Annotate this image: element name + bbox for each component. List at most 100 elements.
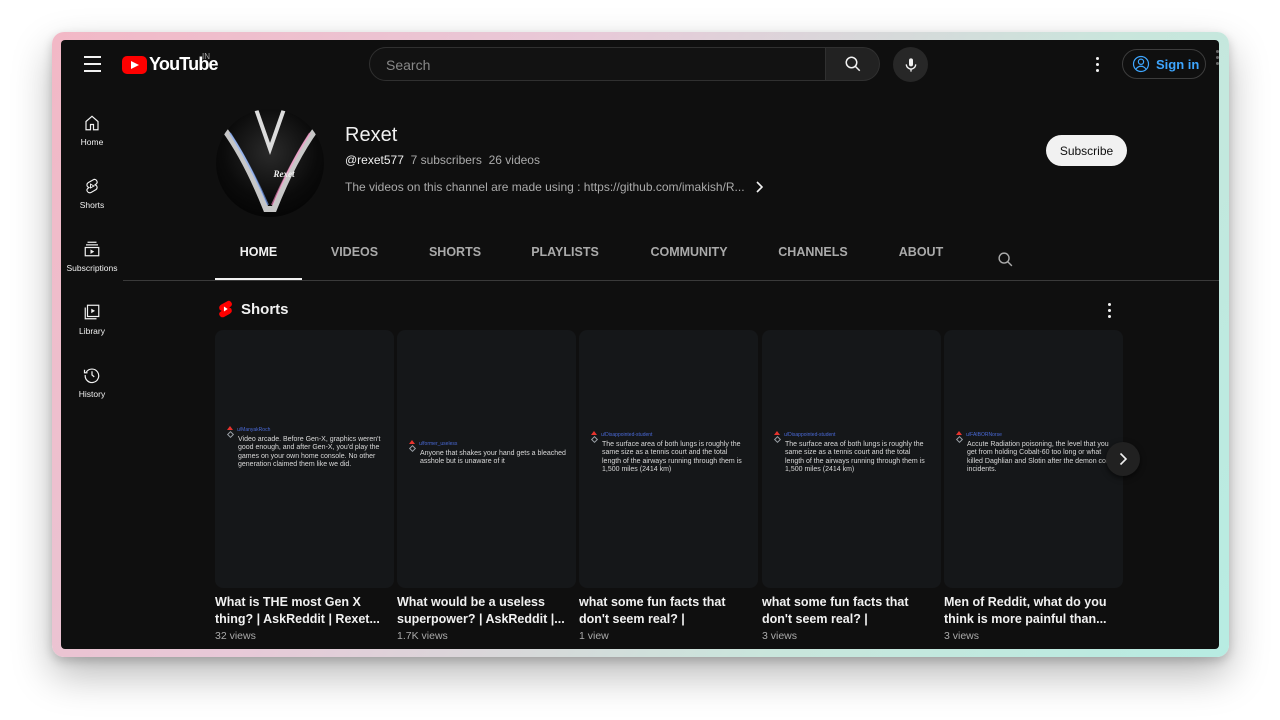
subscribe-button[interactable]: Subscribe xyxy=(1046,135,1127,166)
vote-arrows-icon xyxy=(226,426,235,439)
shorts-more-icon[interactable] xyxy=(1101,301,1117,319)
history-icon xyxy=(83,368,100,384)
sidebar-item-label: Shorts xyxy=(79,200,105,210)
vote-arrows-icon xyxy=(590,431,599,444)
search-input[interactable] xyxy=(384,56,808,74)
tab-about[interactable]: ABOUT xyxy=(875,240,967,280)
tabs-divider xyxy=(123,280,1219,281)
shorts-section-title: Shorts xyxy=(241,300,289,318)
microphone-icon xyxy=(905,57,916,72)
thumbnail-post: u/Disappointed-student The surface area … xyxy=(773,431,931,475)
short-thumbnail[interactable]: u/FAIBORNorse Accute Radiation poisoning… xyxy=(944,330,1123,588)
subscriptions-icon xyxy=(84,241,100,257)
search-button[interactable] xyxy=(826,47,880,81)
shelf-next-button[interactable] xyxy=(1106,442,1140,476)
subscriber-count: 7 subscribers xyxy=(410,153,482,167)
shorts-icon xyxy=(86,178,98,194)
thumbnail-post: u/former_useless Anyone that shakes your… xyxy=(408,440,566,467)
short-views: 3 views xyxy=(944,630,980,642)
short-title[interactable]: What would be a useless superpower? | As… xyxy=(397,594,567,628)
channel-tabs: HOME VIDEOS SHORTS PLAYLISTS COMMUNITY C… xyxy=(215,240,967,280)
menu-icon[interactable] xyxy=(77,52,107,76)
sign-in-label: Sign in xyxy=(1156,56,1200,72)
short-thumbnail[interactable]: u/Disappointed-student The surface area … xyxy=(762,330,941,588)
sidebar-item-label: Library xyxy=(79,326,105,336)
sidebar-item-label: Subscriptions xyxy=(66,263,118,273)
short-title[interactable]: what some fun facts that don't seem real… xyxy=(762,594,932,628)
search-icon xyxy=(998,252,1013,267)
sidebar-item-library[interactable]: Library xyxy=(61,289,123,352)
sidebar-item-history[interactable]: History xyxy=(61,352,123,415)
voice-search-button[interactable] xyxy=(893,47,928,82)
region-badge: IN xyxy=(202,52,210,61)
channel-avatar: Rexet xyxy=(216,109,324,217)
short-card[interactable]: u/former_useless Anyone that shakes your… xyxy=(397,330,576,642)
short-card[interactable]: u/ManyakRoch Video arcade. Before Gen-X,… xyxy=(215,330,394,642)
tab-community[interactable]: COMMUNITY xyxy=(627,240,751,280)
short-views: 32 views xyxy=(215,630,256,642)
browser-frame: YouTube IN Sign in Home Shorts xyxy=(52,32,1229,657)
short-title[interactable]: Men of Reddit, what do you think is more… xyxy=(944,594,1114,628)
sidebar-item-shorts[interactable]: Shorts xyxy=(61,163,123,226)
short-title[interactable]: What is THE most Gen X thing? | AskReddi… xyxy=(215,594,385,628)
search-icon xyxy=(845,56,860,72)
tab-videos[interactable]: VIDEOS xyxy=(302,240,407,280)
channel-description[interactable]: The videos on this channel are made usin… xyxy=(345,180,765,194)
thumbnail-post: u/Disappointed-student The surface area … xyxy=(590,431,748,475)
sign-in-button[interactable]: Sign in xyxy=(1122,49,1206,79)
tab-channels[interactable]: CHANNELS xyxy=(751,240,875,280)
post-username: u/former_useless xyxy=(419,441,458,447)
channel-description-text: The videos on this channel are made usin… xyxy=(345,180,745,194)
vote-arrows-icon xyxy=(408,440,417,453)
chevron-right-icon xyxy=(1119,452,1128,466)
home-icon xyxy=(85,115,99,131)
short-title[interactable]: what some fun facts that don't seem real… xyxy=(579,594,749,628)
avatar-logo-text: Rexet xyxy=(273,169,295,179)
sidebar: Home Shorts Subscriptions Library Histor… xyxy=(61,100,123,415)
short-card[interactable]: u/Disappointed-student The surface area … xyxy=(762,330,941,642)
thumbnail-post: u/ManyakRoch Video arcade. Before Gen-X,… xyxy=(226,426,384,470)
channel-meta: @rexet577 7 subscribers 26 videos xyxy=(345,153,540,167)
short-views: 1.7K views xyxy=(397,630,448,642)
chevron-right-icon xyxy=(755,181,763,193)
tab-home[interactable]: HOME xyxy=(215,240,302,280)
short-card[interactable]: u/FAIBORNorse Accute Radiation poisoning… xyxy=(944,330,1123,642)
thumbnail-post: u/FAIBORNorse Accute Radiation poisoning… xyxy=(955,431,1113,475)
youtube-play-icon xyxy=(122,55,147,74)
short-views: 3 views xyxy=(762,630,798,642)
sidebar-item-label: Home xyxy=(80,137,104,147)
channel-name: Rexet xyxy=(345,124,398,146)
tab-playlists[interactable]: PLAYLISTS xyxy=(503,240,627,280)
tab-shorts[interactable]: SHORTS xyxy=(407,240,503,280)
sidebar-item-subscriptions[interactable]: Subscriptions xyxy=(61,226,123,289)
shorts-logo-icon xyxy=(219,300,232,318)
channel-handle: @rexet577 xyxy=(345,153,404,167)
account-circle-icon xyxy=(1132,55,1150,73)
sidebar-item-home[interactable]: Home xyxy=(61,100,123,163)
shorts-section-header: Shorts xyxy=(218,300,289,318)
short-thumbnail[interactable]: u/ManyakRoch Video arcade. Before Gen-X,… xyxy=(215,330,394,588)
short-thumbnail[interactable]: u/former_useless Anyone that shakes your… xyxy=(397,330,576,588)
post-username: u/ManyakRoch xyxy=(237,427,271,433)
short-views: 1 view xyxy=(579,630,609,642)
sidebar-item-label: History xyxy=(78,389,106,399)
post-text: The surface area of both lungs is roughl… xyxy=(602,440,742,474)
vote-arrows-icon xyxy=(955,431,964,444)
short-thumbnail[interactable]: u/Disappointed-student The surface area … xyxy=(579,330,758,588)
settings-more-icon[interactable] xyxy=(1087,54,1107,74)
post-text: The surface area of both lungs is roughl… xyxy=(785,440,925,474)
short-card[interactable]: u/Disappointed-student The surface area … xyxy=(579,330,758,642)
channel-search-button[interactable] xyxy=(997,251,1014,273)
library-icon xyxy=(84,304,100,320)
post-username: u/FAIBORNorse xyxy=(966,432,1002,438)
post-username: u/Disappointed-student xyxy=(601,432,653,438)
post-username: u/Disappointed-student xyxy=(784,432,836,438)
video-count: 26 videos xyxy=(488,153,540,167)
youtube-window: YouTube IN Sign in Home Shorts xyxy=(61,40,1219,649)
post-text: Video arcade. Before Gen-X, graphics wer… xyxy=(238,435,381,469)
post-text: Anyone that shakes your hand gets a blea… xyxy=(420,449,566,466)
post-text: Accute Radiation poisoning, the level th… xyxy=(967,440,1113,474)
window-edge-handle[interactable] xyxy=(1216,50,1219,65)
search-box[interactable] xyxy=(369,47,826,81)
vote-arrows-icon xyxy=(773,431,782,444)
